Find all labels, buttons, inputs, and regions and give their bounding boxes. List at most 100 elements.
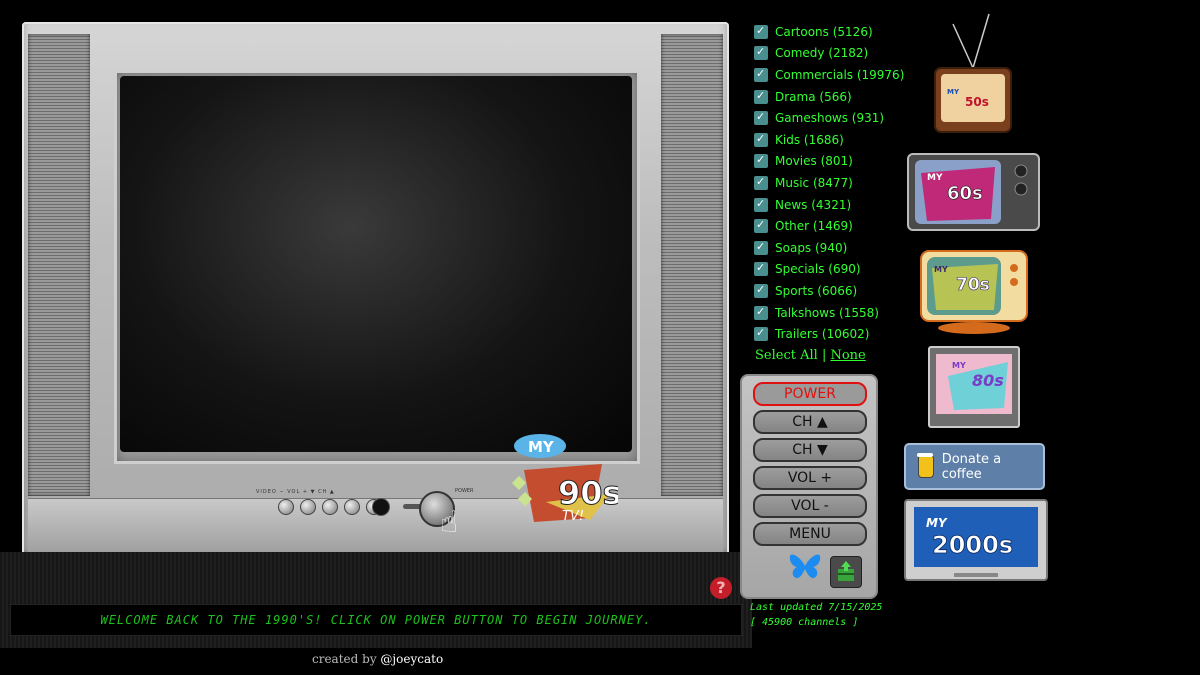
checkbox-checked-icon[interactable] [754, 197, 768, 212]
category-label: Trailers (10602) [775, 327, 870, 342]
checkbox-checked-icon[interactable] [754, 89, 768, 104]
category-item[interactable]: Soaps (940) [754, 237, 904, 259]
logo-my-60s: MY [927, 173, 943, 183]
vol-up-knob[interactable] [322, 499, 338, 515]
category-label: Soaps (940) [775, 240, 848, 255]
checkbox-checked-icon[interactable] [754, 240, 768, 255]
decade-80s-tv-link[interactable]: 80s MY [928, 346, 1020, 432]
logo-70s-text: 70s [956, 275, 990, 295]
select-separator: | [821, 348, 827, 363]
category-item[interactable]: Talkshows (1558) [754, 302, 904, 324]
category-item[interactable]: Movies (801) [754, 151, 904, 173]
logo-80s-text: 80s [972, 371, 1004, 390]
menu-button[interactable]: MENU [753, 522, 867, 546]
checkbox-checked-icon[interactable] [754, 261, 768, 277]
decade-60s-tv-link[interactable]: 60s MY [907, 153, 1040, 235]
checkbox-checked-icon[interactable] [754, 218, 768, 234]
checkbox-checked-icon[interactable] [754, 175, 768, 190]
channel-up-button[interactable]: CH ▲ [753, 410, 867, 434]
category-label: Sports (6066) [775, 283, 858, 298]
ir-sensor [372, 498, 390, 516]
welcome-ticker: WELCOME BACK TO THE 1990'S! CLICK ON POW… [10, 604, 742, 636]
right-speaker-grille [661, 34, 723, 496]
logo-60s-text: 60s [947, 183, 983, 204]
category-label: Other (1469) [775, 219, 853, 234]
logo-my-80s: MY [952, 361, 966, 370]
channel-down-button[interactable]: CH ▼ [753, 438, 867, 462]
help-icon[interactable]: ? [710, 577, 732, 599]
remote-control: POWER CH ▲ CH ▼ VOL + VOL - MENU [740, 374, 878, 599]
box-download-icon[interactable] [830, 556, 862, 588]
ch-down-knob[interactable] [344, 499, 360, 515]
donate-coffee-button[interactable]: Donate a coffee [904, 443, 1045, 490]
last-updated-info: Last updated 7/15/2025 [ 45900 channels … [750, 600, 882, 630]
donate-label: Donate a coffee [941, 451, 1002, 482]
tv-control-labels: VIDEO − VOL + ▼ CH ▲ [256, 489, 335, 495]
checkbox-checked-icon[interactable] [754, 305, 768, 320]
category-label: Specials (690) [775, 262, 861, 277]
category-item[interactable]: News (4321) [754, 194, 904, 216]
checkbox-checked-icon[interactable] [754, 67, 768, 82]
logo-90s-text: 90s [558, 474, 618, 512]
volume-up-button[interactable]: VOL + [753, 466, 867, 490]
category-label: Comedy (2182) [775, 46, 869, 61]
category-label: Gameshows (931) [775, 111, 885, 126]
credit-handle-link[interactable]: @joeycato [380, 652, 443, 666]
category-label: Cartoons (5126) [775, 24, 873, 39]
category-label: Kids (1686) [775, 132, 844, 147]
category-item[interactable]: Drama (566) [754, 86, 904, 108]
checkbox-checked-icon[interactable] [754, 153, 768, 169]
logo-2000s-text: 2000s [932, 531, 1013, 559]
logo-my-2000s: MY [926, 516, 948, 530]
tv-screen[interactable] [120, 76, 632, 452]
checkbox-checked-icon[interactable] [754, 24, 768, 39]
select-all-link[interactable]: Select All [755, 348, 818, 363]
tv-power-label: POWER [455, 488, 474, 494]
checkbox-checked-icon[interactable] [754, 283, 768, 298]
category-item[interactable]: Kids (1686) [754, 129, 904, 151]
category-list: Cartoons (5126) Comedy (2182) Commercial… [754, 21, 904, 345]
checkbox-checked-icon[interactable] [754, 132, 768, 147]
checkbox-checked-icon[interactable] [754, 326, 768, 342]
category-item[interactable]: Gameshows (931) [754, 107, 904, 129]
power-button[interactable]: POWER [753, 382, 867, 406]
checkbox-checked-icon[interactable] [754, 45, 768, 61]
category-item[interactable]: Commercials (19976) [754, 64, 904, 86]
select-links: Select All | None [755, 348, 866, 363]
category-item[interactable]: Other (1469) [754, 215, 904, 237]
credit-line: created by @joeycato [312, 652, 443, 666]
select-none-link[interactable]: None [830, 348, 865, 363]
last-updated-text: Last updated 7/15/2025 [750, 602, 883, 613]
logo-50s-text: 50s [965, 95, 989, 109]
category-item[interactable]: Trailers (10602) [754, 323, 904, 345]
category-label: Commercials (19976) [775, 67, 905, 82]
category-label: Music (8477) [775, 175, 853, 190]
category-label: Talkshows (1558) [775, 305, 879, 320]
main-tv [22, 22, 729, 560]
credit-prefix: created by [312, 652, 377, 666]
category-item[interactable]: Comedy (2182) [754, 43, 904, 65]
category-item[interactable]: Sports (6066) [754, 280, 904, 302]
logo-tv-text: TV! [562, 509, 584, 524]
vol-down-knob[interactable] [300, 499, 316, 515]
volume-down-button[interactable]: VOL - [753, 494, 867, 518]
pointer-hand-icon: ☝ [440, 505, 459, 540]
category-label: Drama (566) [775, 89, 852, 104]
category-label: News (4321) [775, 197, 852, 212]
logo-my-text: MY [528, 438, 555, 456]
category-item[interactable]: Cartoons (5126) [754, 21, 904, 43]
checkbox-checked-icon[interactable] [754, 110, 768, 126]
decade-70s-tv-link[interactable]: 70s MY [920, 250, 1028, 334]
logo-my-70s: MY [934, 265, 948, 274]
my-90s-tv-logo: MY 90s TV! [511, 434, 618, 524]
decade-50s-tv-link[interactable]: 50s MY [933, 12, 1013, 137]
category-item[interactable]: Specials (690) [754, 259, 904, 281]
video-knob[interactable] [278, 499, 294, 515]
category-label: Movies (801) [775, 154, 853, 169]
logo-my-50s: MY [947, 88, 960, 96]
decade-2000s-tv-link[interactable]: MY 2000s [904, 499, 1048, 585]
channel-count-text: [ 45900 channels ] [750, 617, 859, 628]
left-speaker-grille [28, 34, 90, 496]
category-item[interactable]: Music (8477) [754, 172, 904, 194]
bluesky-butterfly-icon[interactable] [788, 552, 822, 582]
